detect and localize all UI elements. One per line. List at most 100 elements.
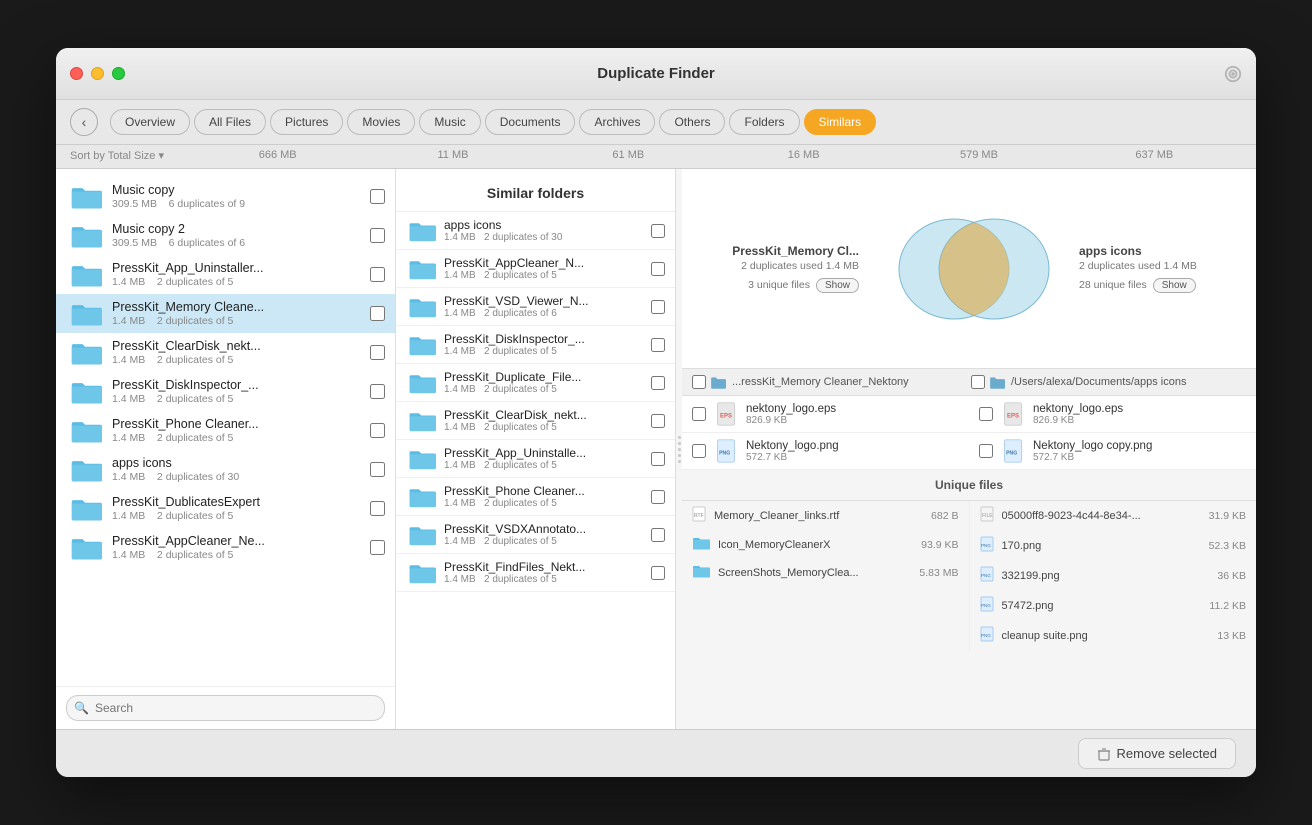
middle-list-item[interactable]: PressKit_Phone Cleaner... 1.4 MB 2 dupli… (396, 478, 675, 516)
sidebar-item-info: PressKit_AppCleaner_Ne... 1.4 MB 2 dupli… (112, 534, 360, 561)
venn-diagram (879, 204, 1059, 334)
svg-text:FILE: FILE (982, 513, 993, 519)
sidebar-item-name: apps icons (112, 456, 360, 470)
tab-music[interactable]: Music (419, 109, 480, 135)
tab-documents[interactable]: Documents (485, 109, 576, 135)
compare-right-check[interactable] (971, 375, 985, 389)
middle-item-checkbox[interactable] (651, 414, 665, 428)
middle-list-item[interactable]: PressKit_FindFiles_Nekt... 1.4 MB 2 dupl… (396, 554, 675, 592)
folder-icon (408, 448, 436, 470)
file-check-left-0[interactable] (692, 407, 706, 421)
sidebar-item[interactable]: Music copy 2 309.5 MB 6 duplicates of 6 (56, 216, 395, 255)
png-icon: PNG (980, 596, 994, 615)
middle-list-item[interactable]: PressKit_App_Uninstalle... 1.4 MB 2 dupl… (396, 440, 675, 478)
middle-list-item[interactable]: PressKit_VSD_Viewer_N... 1.4 MB 2 duplic… (396, 288, 675, 326)
unique-file-row: Icon_MemoryCleanerX 93.9 KB (682, 531, 969, 559)
sidebar-item-checkbox[interactable] (370, 189, 385, 204)
file-check-left-1[interactable] (692, 444, 706, 458)
middle-list-item[interactable]: PressKit_VSDXAnnotato... 1.4 MB 2 duplic… (396, 516, 675, 554)
middle-item-checkbox[interactable] (651, 452, 665, 466)
sidebar-item[interactable]: PressKit_App_Uninstaller... 1.4 MB 2 dup… (56, 255, 395, 294)
sidebar-item-checkbox[interactable] (370, 345, 385, 360)
sidebar-item[interactable]: Music copy 309.5 MB 6 duplicates of 9 (56, 177, 395, 216)
sidebar-item[interactable]: PressKit_DublicatesExpert 1.4 MB 2 dupli… (56, 489, 395, 528)
sidebar-item[interactable]: PressKit_Memory Cleane... 1.4 MB 2 dupli… (56, 294, 395, 333)
rss-icon[interactable] (1224, 65, 1242, 83)
tab-archives[interactable]: Archives (579, 109, 655, 135)
folder-icon (70, 223, 102, 249)
unique-file-row: RTF Memory_Cleaner_links.rtf 682 B (682, 501, 969, 531)
folder-icon (408, 372, 436, 394)
sidebar-item-name: Music copy (112, 183, 360, 197)
sidebar-item-checkbox[interactable] (370, 306, 385, 321)
middle-item-name: PressKit_VSD_Viewer_N... (444, 294, 643, 308)
middle-list-item[interactable]: PressKit_DiskInspector_... 1.4 MB 2 dupl… (396, 326, 675, 364)
sidebar-item-checkbox[interactable] (370, 423, 385, 438)
middle-list-item[interactable]: PressKit_AppCleaner_N... 1.4 MB 2 duplic… (396, 250, 675, 288)
file-name-right-1: Nektony_logo copy.png (1033, 440, 1246, 452)
middle-item-checkbox[interactable] (651, 262, 665, 276)
svg-text:PNG: PNG (981, 603, 991, 608)
unique-file-name: Icon_MemoryCleanerX (718, 539, 913, 551)
middle-list-item[interactable]: PressKit_ClearDisk_nekt... 1.4 MB 2 dupl… (396, 402, 675, 440)
app-window: Duplicate Finder ‹ Overview All Files Pi… (56, 48, 1256, 777)
middle-item-checkbox[interactable] (651, 528, 665, 542)
sidebar-item-checkbox[interactable] (370, 228, 385, 243)
sidebar-item[interactable]: PressKit_ClearDisk_nekt... 1.4 MB 2 dupl… (56, 333, 395, 372)
middle-item-checkbox[interactable] (651, 338, 665, 352)
svg-text:PNG: PNG (981, 573, 991, 578)
middle-item-checkbox[interactable] (651, 300, 665, 314)
middle-item-checkbox[interactable] (651, 376, 665, 390)
sort-label[interactable]: Sort by Total Size ▾ (70, 149, 190, 162)
middle-item-info: PressKit_VSDXAnnotato... 1.4 MB 2 duplic… (444, 522, 643, 547)
sidebar-item[interactable]: PressKit_Phone Cleaner... 1.4 MB 2 dupli… (56, 411, 395, 450)
file-cell-right-0: EPS nektony_logo.eps 826.9 KB (969, 396, 1256, 432)
compare-file-row: EPS nektony_logo.eps 826.9 KB EPS (682, 396, 1256, 433)
sidebar-item-checkbox[interactable] (370, 384, 385, 399)
sidebar-item-checkbox[interactable] (370, 462, 385, 477)
middle-list-item[interactable]: PressKit_Duplicate_File... 1.4 MB 2 dupl… (396, 364, 675, 402)
middle-item-info: PressKit_App_Uninstalle... 1.4 MB 2 dupl… (444, 446, 643, 471)
venn-right-show-button[interactable]: Show (1153, 278, 1196, 293)
folder-icon (70, 457, 102, 483)
minimize-button[interactable] (91, 67, 104, 80)
rtf-icon: RTF (692, 506, 706, 525)
titlebar: Duplicate Finder (56, 48, 1256, 100)
sidebar-item-checkbox[interactable] (370, 267, 385, 282)
middle-list-item[interactable]: apps icons 1.4 MB 2 duplicates of 30 (396, 212, 675, 250)
unique-file-name: 332199.png (1002, 570, 1210, 582)
middle-item-checkbox[interactable] (651, 566, 665, 580)
middle-item-checkbox[interactable] (651, 490, 665, 504)
tab-folders[interactable]: Folders (729, 109, 799, 135)
tab-movies[interactable]: Movies (347, 109, 415, 135)
sidebar-item-checkbox[interactable] (370, 501, 385, 516)
nav-tabs: Overview All Files Pictures Movies Music… (110, 109, 1242, 135)
close-button[interactable] (70, 67, 83, 80)
sidebar-item-meta: 309.5 MB 6 duplicates of 9 (112, 198, 360, 210)
sidebar-item[interactable]: PressKit_DiskInspector_... 1.4 MB 2 dupl… (56, 372, 395, 411)
sidebar-item-info: PressKit_Phone Cleaner... 1.4 MB 2 dupli… (112, 417, 360, 444)
sidebar-item-checkbox[interactable] (370, 540, 385, 555)
compare-left-check[interactable] (692, 375, 706, 389)
sidebar-item[interactable]: PressKit_AppCleaner_Ne... 1.4 MB 2 dupli… (56, 528, 395, 567)
sidebar-item[interactable]: apps icons 1.4 MB 2 duplicates of 30 (56, 450, 395, 489)
file-check-right-1[interactable] (979, 444, 993, 458)
middle-item-info: PressKit_FindFiles_Nekt... 1.4 MB 2 dupl… (444, 560, 643, 585)
tab-overview[interactable]: Overview (110, 109, 190, 135)
venn-left-show-button[interactable]: Show (816, 278, 859, 293)
tab-pictures[interactable]: Pictures (270, 109, 343, 135)
sidebar-item-meta: 1.4 MB 2 duplicates of 30 (112, 471, 360, 483)
tab-others[interactable]: Others (659, 109, 725, 135)
file-size-left-1: 572.7 KB (746, 452, 959, 463)
file-check-right-0[interactable] (979, 407, 993, 421)
tab-all-files[interactable]: All Files (194, 109, 266, 135)
unique-file-name: cleanup suite.png (1002, 630, 1210, 642)
tab-similars[interactable]: Similars (804, 109, 877, 135)
maximize-button[interactable] (112, 67, 125, 80)
search-input[interactable] (66, 695, 385, 721)
remove-selected-button[interactable]: Remove selected (1078, 738, 1236, 769)
middle-item-checkbox[interactable] (651, 224, 665, 238)
back-button[interactable]: ‹ (70, 108, 98, 136)
middle-item-name: PressKit_App_Uninstalle... (444, 446, 643, 460)
unique-file-name: ScreenShots_MemoryClea... (718, 567, 911, 579)
